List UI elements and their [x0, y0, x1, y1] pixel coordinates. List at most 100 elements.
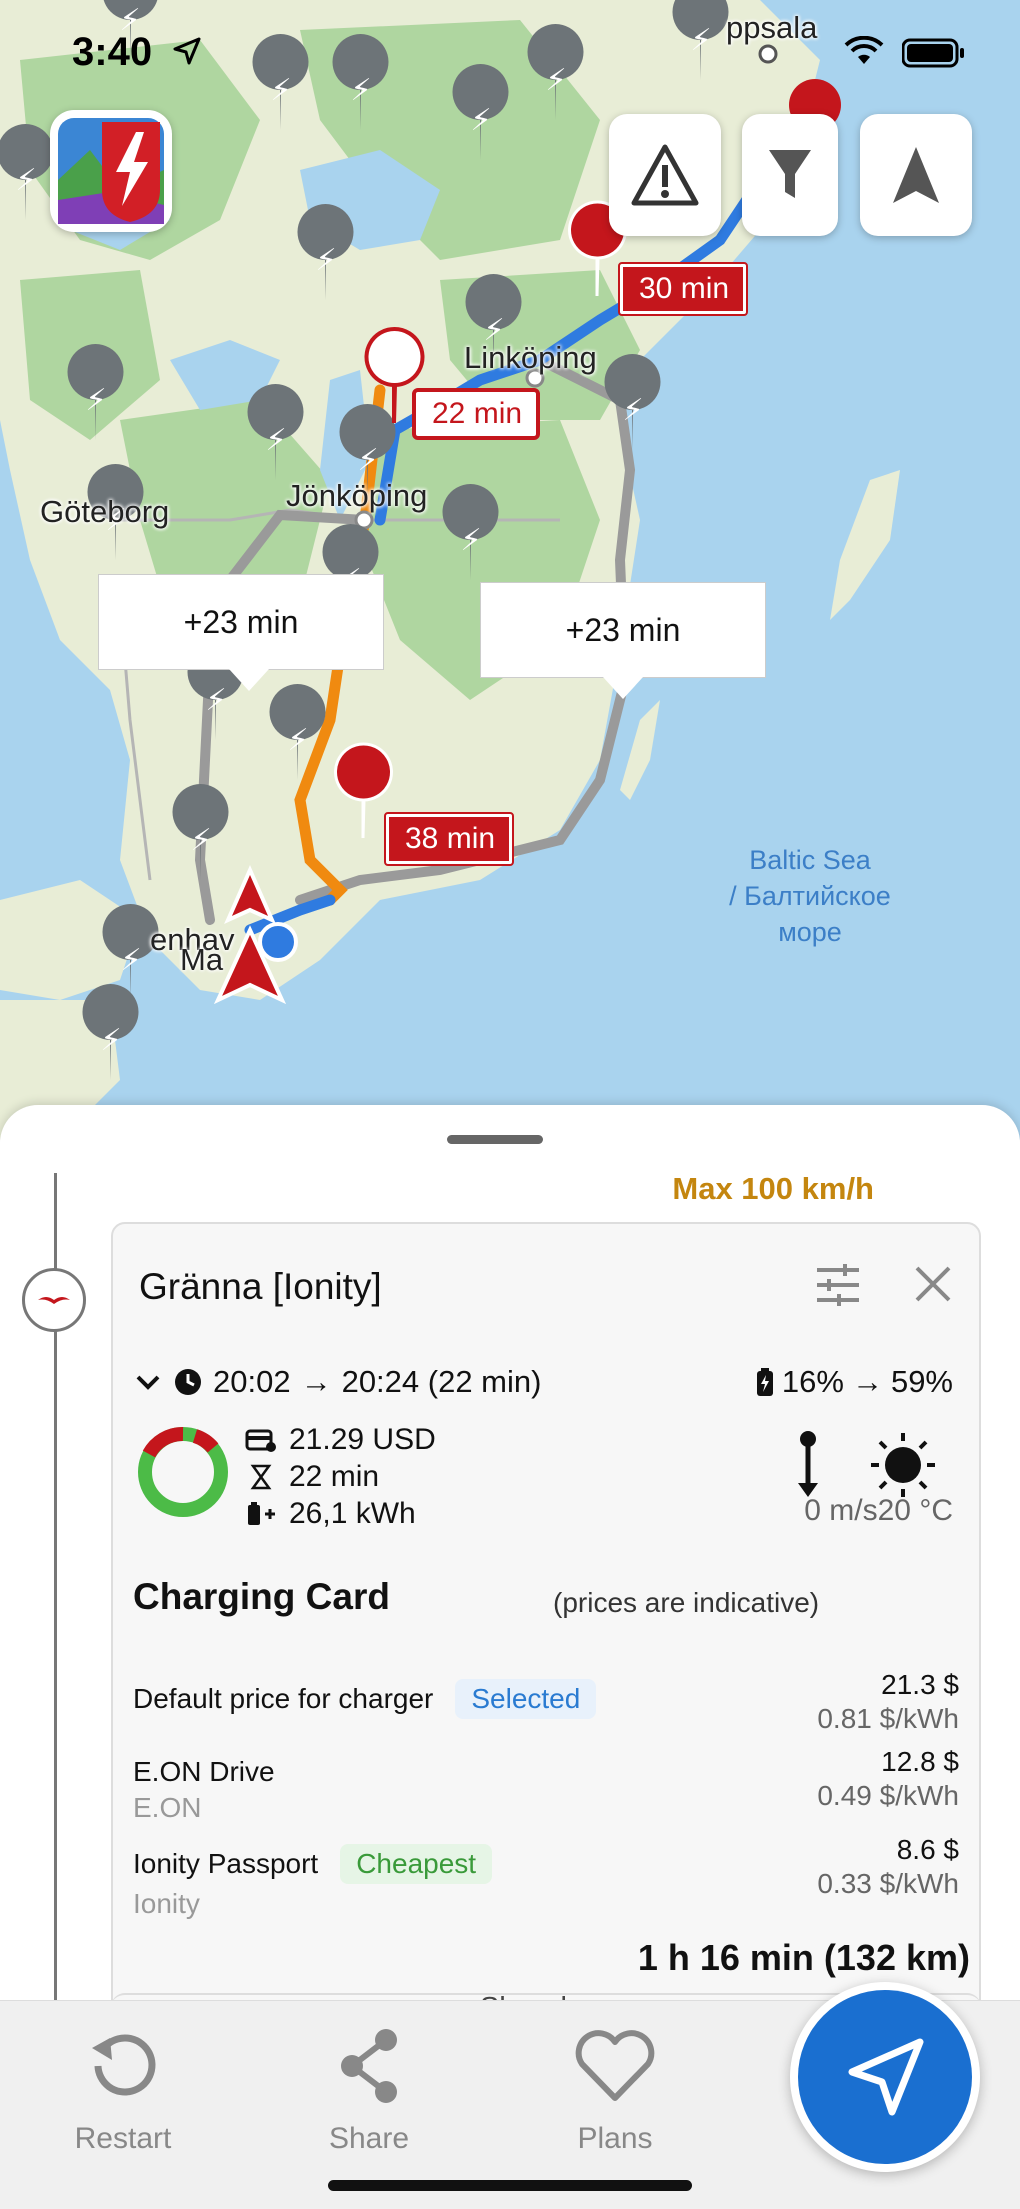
- route-map[interactable]: ⚡⚡⚡ ⚡⚡⚡ ⚡⚡⚡ ⚡⚡⚡ ⚡⚡⚡ ⚡⚡⚡ ⚡⚡⚡ ppsala Linkö…: [0, 0, 1020, 1140]
- price-total: 8.6 $: [896, 1834, 959, 1865]
- departure-time: 20:24 (22 min): [341, 1364, 542, 1399]
- battery-plus-icon: [248, 1501, 275, 1525]
- price-option-provider: E.ON: [133, 1792, 202, 1823]
- arrow-right-icon: →: [851, 1364, 883, 1399]
- sheet-grabber[interactable]: [447, 1135, 543, 1144]
- route-alternative-callout[interactable]: +23 min: [480, 582, 766, 699]
- charge-cost: 21.29 USD: [289, 1423, 436, 1456]
- price-option-name: Ionity Passport: [133, 1848, 319, 1879]
- close-icon: [915, 1266, 951, 1302]
- charge-stats: 21.29 USD 22 min 26,1 kWh: [245, 1421, 436, 1532]
- restart-icon: [92, 2034, 156, 2096]
- sea-label-line: море: [778, 917, 842, 947]
- charge-energy: 26,1 kWh: [289, 1497, 416, 1530]
- svg-text:⚡: ⚡: [460, 523, 481, 558]
- svg-text:⚡: ⚡: [15, 163, 36, 198]
- plans-label: Plans: [577, 2122, 653, 2155]
- share-button[interactable]: Share: [294, 2026, 444, 2156]
- wifi-icon: [844, 35, 884, 71]
- restart-button[interactable]: Restart: [48, 2026, 198, 2156]
- clock-icon: [175, 1369, 201, 1395]
- sea-label-line: Baltic Sea: [749, 845, 871, 875]
- timeline-charge-node: [22, 1268, 86, 1332]
- warning-icon: [631, 144, 699, 206]
- svg-text:⚡: ⚡: [357, 443, 378, 478]
- hourglass-icon: [250, 1464, 272, 1489]
- charge-stop-card[interactable]: Gränna [Ionity] 20:02 → 20:24 (22 min) 1…: [111, 1222, 981, 2024]
- soc-to: 59%: [890, 1364, 953, 1399]
- price-per-kwh: 0.49 $/kWh: [817, 1780, 959, 1811]
- charger-settings-button[interactable]: [815, 1262, 861, 1313]
- speed-limit: Max 100 km/h: [672, 1171, 874, 1206]
- battery-charging-icon: [756, 1368, 773, 1396]
- svg-text:⚡: ⚡: [287, 723, 308, 758]
- price-per-kwh: 0.33 $/kWh: [817, 1868, 959, 1899]
- charge-stop-flag[interactable]: 30 min: [617, 262, 749, 316]
- payment-card-icon: [245, 1429, 276, 1452]
- wind-speed: 0 m/s: [804, 1494, 878, 1527]
- warnings-button[interactable]: [609, 114, 721, 236]
- weather-values: 0 m/s20 °C: [804, 1494, 953, 1528]
- recenter-button[interactable]: [860, 114, 972, 236]
- soc-range: 16% → 59%: [756, 1364, 953, 1400]
- temperature: 20 °C: [877, 1494, 953, 1527]
- svg-text:⚡: ⚡: [120, 943, 141, 978]
- charger-availability-donut: [138, 1427, 228, 1517]
- charge-stop-title: Gränna [Ionity]: [139, 1266, 382, 1307]
- home-indicator: [328, 2180, 692, 2191]
- location-arrow-icon: [172, 36, 202, 71]
- price-per-kwh: 0.81 $/kWh: [817, 1703, 959, 1734]
- cheapest-badge: Cheapest: [340, 1844, 493, 1884]
- battery-icon: [901, 38, 966, 73]
- city-label-goteborg: Göteborg: [40, 494, 170, 529]
- heart-icon: [575, 2030, 655, 2101]
- share-label: Share: [328, 2122, 410, 2155]
- filter-icon: [769, 150, 811, 198]
- close-stop-button[interactable]: [913, 1264, 953, 1309]
- abrp-bird-icon: [38, 1297, 70, 1304]
- leg-total: 1 h 16 min (132 km): [637, 1937, 970, 1978]
- status-time: 3:40: [72, 30, 153, 74]
- tune-icon: [817, 1264, 859, 1306]
- stop-times-row: 20:02 → 20:24 (22 min): [133, 1364, 541, 1400]
- svg-text:⚡: ⚡: [85, 383, 106, 418]
- sun-icon: [871, 1433, 935, 1497]
- charge-stop-flag-selected[interactable]: 22 min: [411, 388, 541, 440]
- svg-text:⚡: ⚡: [190, 823, 211, 858]
- plans-button[interactable]: Plans: [540, 2026, 690, 2156]
- app-logo-button[interactable]: [50, 110, 172, 232]
- send-arrow-icon: [848, 2038, 924, 2116]
- price-option-name: Default price for charger: [133, 1683, 434, 1714]
- svg-text:⚡: ⚡: [622, 393, 643, 428]
- prices-note: (prices are indicative): [553, 1587, 820, 1618]
- charge-stop-flag[interactable]: 38 min: [383, 812, 515, 866]
- sea-label: Baltic Sea / Балтийское море: [700, 842, 920, 950]
- soc-from: 16%: [781, 1364, 844, 1399]
- charging-card-heading: Charging Card: [133, 1576, 390, 1617]
- wind-direction-icon: [798, 1431, 818, 1497]
- start-navigation-inner[interactable]: [798, 1990, 972, 2164]
- filter-button[interactable]: [742, 114, 838, 236]
- svg-text:⚡: ⚡: [315, 243, 336, 278]
- sea-label-line: / Балтийское: [729, 881, 891, 911]
- start-navigation-button[interactable]: [790, 1982, 980, 2172]
- navigation-arrow-icon: [893, 147, 939, 203]
- svg-text:⚡: ⚡: [205, 683, 226, 718]
- charge-duration: 22 min: [289, 1460, 380, 1493]
- arrow-right-icon: →: [300, 1364, 332, 1399]
- share-icon: [341, 2029, 397, 2103]
- price-total: 12.8 $: [881, 1746, 959, 1777]
- city-label-linkoping: Linköping: [464, 340, 597, 375]
- arrival-time: 20:02: [213, 1364, 291, 1399]
- price-total: 21.3 $: [881, 1669, 959, 1700]
- route-alternative-callout[interactable]: +23 min: [98, 574, 384, 691]
- abrp-logo-icon: [58, 118, 164, 224]
- svg-text:⚡: ⚡: [265, 423, 286, 458]
- price-option-provider: Ionity: [133, 1888, 200, 1919]
- city-label-jonkoping: Jönköping: [286, 478, 428, 513]
- price-option-name: E.ON Drive: [133, 1756, 275, 1787]
- restart-label: Restart: [74, 2122, 172, 2155]
- selected-badge: Selected: [455, 1679, 597, 1719]
- chevron-down-icon[interactable]: [133, 1367, 163, 1397]
- city-label-malmo: Ma: [180, 942, 224, 977]
